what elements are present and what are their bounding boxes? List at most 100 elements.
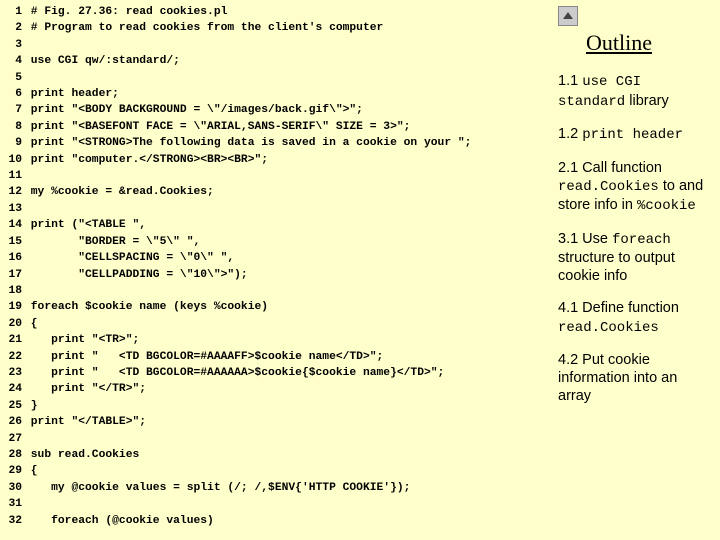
code-text: [24, 285, 31, 297]
outline-item: 1.2 print header: [558, 125, 714, 145]
code-line: 5: [0, 70, 552, 86]
code-line: 28 sub read.Cookies: [0, 447, 552, 463]
outline-title: Outline: [586, 30, 714, 56]
code-line: 1 # Fig. 27.36: read cookies.pl: [0, 4, 552, 20]
code-line: 15 "BORDER = \"5\" ",: [0, 234, 552, 250]
code-text: print ("<TABLE ",: [24, 219, 146, 231]
outline-sidebar: Outline 1.1 use CGI standard library 1.2 …: [552, 0, 720, 540]
code-text: [24, 72, 31, 84]
line-number: 32: [0, 513, 22, 529]
outline-mono: read.Cookies: [558, 320, 659, 336]
code-line: 19 foreach $cookie name (keys %cookie): [0, 299, 552, 315]
line-number: 24: [0, 381, 22, 397]
code-text: }: [24, 400, 38, 412]
code-line: 29 {: [0, 463, 552, 479]
up-arrow-icon[interactable]: [558, 6, 578, 26]
code-line: 22 print " <TD BGCOLOR=#AAAAFF>$cookie n…: [0, 349, 552, 365]
line-number: 31: [0, 496, 22, 512]
code-text: my %cookie = &read.Cookies;: [24, 186, 214, 198]
outline-item: 4.2 Put cookie information into an array: [558, 351, 714, 405]
code-line: 9 print "<STRONG>The following data is s…: [0, 135, 552, 151]
code-text: [24, 498, 31, 510]
outline-items: 1.1 use CGI standard library 1.2 print he…: [558, 72, 714, 405]
code-panel: 1 # Fig. 27.36: read cookies.pl2 # Progr…: [0, 0, 552, 540]
code-line: 14 print ("<TABLE ",: [0, 217, 552, 233]
outline-text: 4.1 Define function: [558, 300, 679, 316]
code-line: 6 print header;: [0, 86, 552, 102]
line-number: 6: [0, 86, 22, 102]
code-text: print "</TR>";: [24, 383, 146, 395]
code-line: 20 {: [0, 316, 552, 332]
code-text: print "<TR>";: [24, 334, 139, 346]
code-text: [24, 433, 31, 445]
code-line: 25 }: [0, 398, 552, 414]
code-text: use CGI qw/:standard/;: [24, 55, 180, 67]
code-text: [24, 39, 31, 51]
code-line: 7 print "<BODY BACKGROUND = \"/images/ba…: [0, 102, 552, 118]
code-line: 31: [0, 496, 552, 512]
code-line: 3: [0, 37, 552, 53]
code-line: 18: [0, 283, 552, 299]
code-text: print "<STRONG>The following data is sav…: [24, 137, 471, 149]
code-text: print "<BASEFONT FACE = \"ARIAL,SANS-SER…: [24, 121, 410, 133]
outline-item: 4.1 Define function read.Cookies: [558, 299, 714, 337]
outline-text: 3.1 Use: [558, 231, 612, 247]
code-text: [24, 203, 31, 215]
code-text: print "<BODY BACKGROUND = \"/images/back…: [24, 104, 363, 116]
line-number: 10: [0, 152, 22, 168]
line-number: 12: [0, 184, 22, 200]
outline-text: 1.2: [558, 126, 582, 142]
outline-text: 4.2 Put cookie information into an array: [558, 352, 677, 404]
code-text: print " <TD BGCOLOR=#AAAAAA>$cookie{$coo…: [24, 367, 444, 379]
code-text: print header;: [24, 88, 119, 100]
code-text: print " <TD BGCOLOR=#AAAAFF>$cookie name…: [24, 351, 383, 363]
code-text: foreach $cookie name (keys %cookie): [24, 301, 268, 313]
code-text: print "computer.</STRONG><BR><BR>";: [24, 154, 268, 166]
outline-text: 1.1: [558, 73, 582, 89]
code-line: 26 print "</TABLE>";: [0, 414, 552, 430]
outline-text: structure to output cookie info: [558, 250, 675, 284]
line-number: 5: [0, 70, 22, 86]
code-text: my @cookie values = split (/; /,$ENV{'HT…: [24, 482, 410, 494]
line-number: 25: [0, 398, 22, 414]
code-text: {: [24, 318, 38, 330]
code-line: 23 print " <TD BGCOLOR=#AAAAAA>$cookie{$…: [0, 365, 552, 381]
code-text: # Fig. 27.36: read cookies.pl: [24, 6, 227, 18]
line-number: 30: [0, 480, 22, 496]
code-text: # Program to read cookies from the clien…: [24, 22, 383, 34]
code-line: 24 print "</TR>";: [0, 381, 552, 397]
code-line: 30 my @cookie values = split (/; /,$ENV{…: [0, 480, 552, 496]
line-number: 9: [0, 135, 22, 151]
line-number: 29: [0, 463, 22, 479]
code-line: 17 "CELLPADDING = \"10\">");: [0, 267, 552, 283]
outline-mono: print header: [582, 127, 683, 143]
outline-item: 3.1 Use foreach structure to output cook…: [558, 230, 714, 286]
outline-text: library: [625, 93, 669, 109]
line-number: 28: [0, 447, 22, 463]
code-line: 8 print "<BASEFONT FACE = \"ARIAL,SANS-S…: [0, 119, 552, 135]
code-text: [24, 170, 31, 182]
line-number: 11: [0, 168, 22, 184]
line-number: 2: [0, 20, 22, 36]
outline-text: 2.1 Call function: [558, 160, 662, 176]
code-line: 13: [0, 201, 552, 217]
outline-item: 1.1 use CGI standard library: [558, 72, 714, 111]
code-line: 4 use CGI qw/:standard/;: [0, 53, 552, 69]
code-text: "CELLPADDING = \"10\">");: [24, 269, 248, 281]
code-line: 27: [0, 431, 552, 447]
code-text: {: [24, 465, 38, 477]
line-number: 4: [0, 53, 22, 69]
line-number: 13: [0, 201, 22, 217]
line-number: 18: [0, 283, 22, 299]
code-text: "BORDER = \"5\" ",: [24, 236, 200, 248]
line-number: 27: [0, 431, 22, 447]
code-line: 2 # Program to read cookies from the cli…: [0, 20, 552, 36]
code-text: "CELLSPACING = \"0\" ",: [24, 252, 234, 264]
container: 1 # Fig. 27.36: read cookies.pl2 # Progr…: [0, 0, 720, 540]
code-line: 21 print "<TR>";: [0, 332, 552, 348]
line-number: 15: [0, 234, 22, 250]
line-number: 1: [0, 4, 22, 20]
code-text: sub read.Cookies: [24, 449, 139, 461]
line-number: 8: [0, 119, 22, 135]
code-line: 12 my %cookie = &read.Cookies;: [0, 184, 552, 200]
